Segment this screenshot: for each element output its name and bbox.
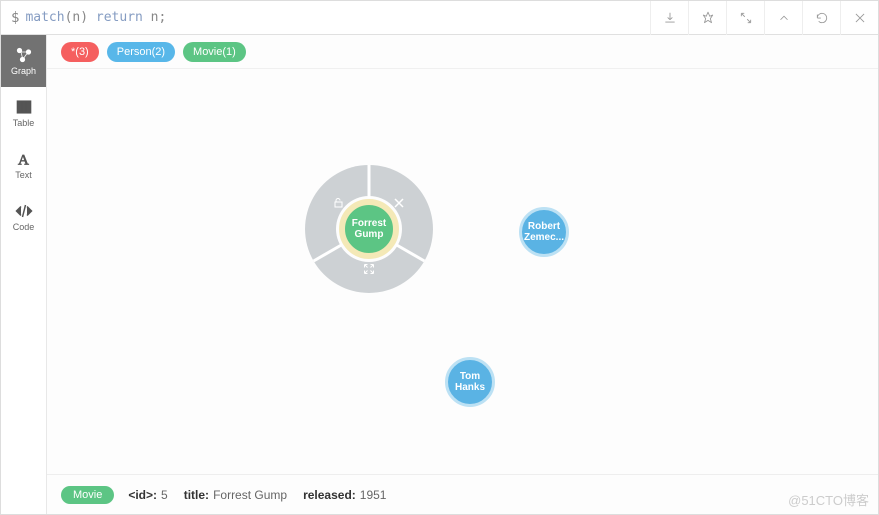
tab-code-label: Code <box>13 222 35 232</box>
tab-text-label: Text <box>15 170 32 180</box>
node-robert-zemeckis[interactable]: Robert Zemec... <box>519 207 569 257</box>
chip-all[interactable]: *(3) <box>61 42 99 62</box>
refresh-button[interactable] <box>802 1 840 35</box>
expand-node-icon[interactable] <box>363 263 375 275</box>
label-chips-bar: *(3) Person(2) Movie(1) <box>47 35 878 69</box>
tab-code[interactable]: Code <box>1 191 46 243</box>
footer-released-value: 1951 <box>360 488 387 502</box>
footer-released-key: released: <box>303 488 356 502</box>
chip-movie[interactable]: Movie(1) <box>183 42 246 62</box>
collapse-up-button[interactable] <box>764 1 802 35</box>
footer-id-key: <id>: <box>128 488 157 502</box>
pin-button[interactable] <box>688 1 726 35</box>
svg-text:A: A <box>18 152 29 168</box>
footer-title-value: Forrest Gump <box>213 488 287 502</box>
download-button[interactable] <box>650 1 688 35</box>
tab-graph-label: Graph <box>11 66 36 76</box>
expand-button[interactable] <box>726 1 764 35</box>
footer-id-value: 5 <box>161 488 168 502</box>
watermark: @51CTO博客 <box>788 490 869 509</box>
details-footer: Movie <id>: 5 title: Forrest Gump releas… <box>47 474 878 514</box>
close-button[interactable] <box>840 1 878 35</box>
node-tom-hanks[interactable]: Tom Hanks <box>445 357 495 407</box>
tab-table[interactable]: Table <box>1 87 46 139</box>
prompt-symbol: $ <box>11 10 19 26</box>
unlock-icon[interactable] <box>333 197 345 209</box>
tab-table-label: Table <box>13 118 35 128</box>
query-input[interactable]: $ match(n) return n; <box>1 1 650 34</box>
remove-icon[interactable] <box>393 197 405 209</box>
chip-person[interactable]: Person(2) <box>107 42 175 62</box>
query-topbar: $ match(n) return n; <box>1 1 878 35</box>
footer-title-key: title: <box>184 488 209 502</box>
node-context-menu: Forrest Gump <box>305 165 433 293</box>
view-mode-sidebar: Graph Table A Text Code <box>1 35 47 514</box>
footer-label-tag[interactable]: Movie <box>61 486 114 504</box>
tab-graph[interactable]: Graph <box>1 35 46 87</box>
graph-canvas[interactable]: Forrest Gump Robert Zemec... Tom Hanks <box>47 69 878 474</box>
toolbar <box>650 1 878 34</box>
tab-text[interactable]: A Text <box>1 139 46 191</box>
node-forrest-gump[interactable]: Forrest Gump <box>339 199 399 259</box>
